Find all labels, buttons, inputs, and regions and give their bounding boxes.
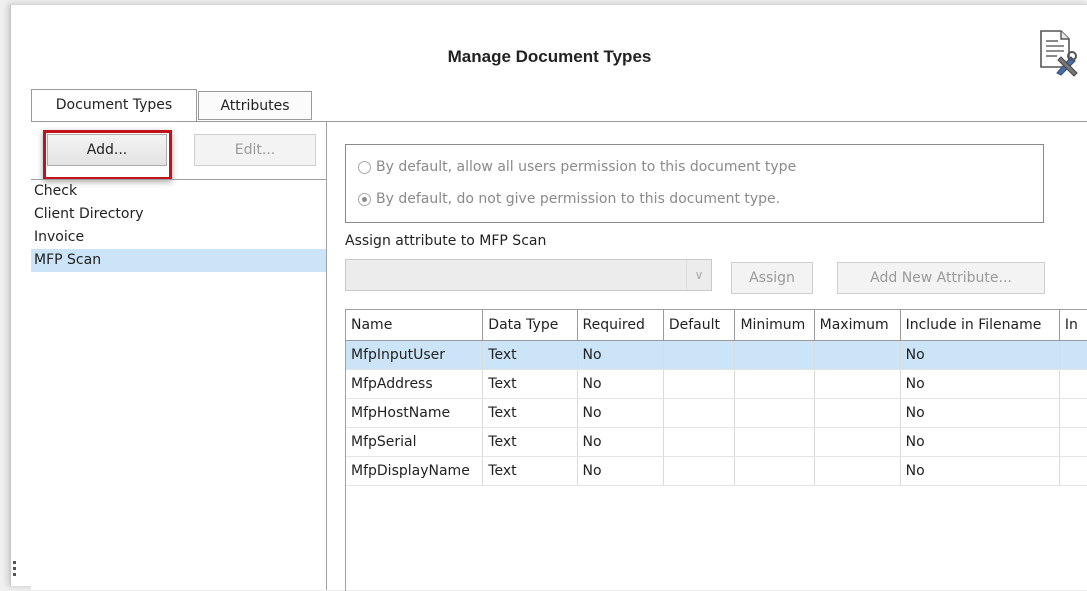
cell (734, 427, 815, 457)
cell: No (900, 456, 1060, 486)
deny-radio[interactable] (358, 192, 371, 206)
cell: No (577, 398, 664, 428)
cell: Text (482, 398, 578, 428)
column-header-name[interactable]: Name (346, 310, 484, 341)
cell: No (577, 456, 664, 486)
table-row[interactable]: MfpAddress Text No No (346, 369, 1087, 399)
allow-all-label: By default, allow all users permission t… (376, 159, 797, 175)
column-header-data-type[interactable]: Data Type (482, 310, 578, 341)
cell: Text (482, 340, 578, 370)
cell (663, 456, 736, 486)
column-header-include-in-filename[interactable]: Include in Filename (900, 310, 1060, 341)
cell: No (577, 427, 664, 457)
cell: MfpSerial (346, 427, 484, 457)
cell: MfpAddress (346, 369, 484, 399)
add-button-highlight (43, 130, 172, 180)
document-types-list[interactable]: Check Client Directory Invoice MFP Scan (31, 179, 326, 591)
add-new-attribute-button[interactable]: Add New Attribute... (837, 262, 1045, 294)
edit-button[interactable]: Edit... (194, 134, 316, 166)
allow-all-option[interactable]: By default, allow all users permission t… (358, 157, 796, 177)
list-item[interactable]: Client Directory (31, 203, 326, 226)
cell (1059, 398, 1087, 428)
cell (734, 369, 815, 399)
document-types-pane: Add... Edit... Check Client Directory In… (31, 122, 327, 590)
attribute-select[interactable]: ∨ (345, 259, 712, 291)
permission-group: By default, allow all users permission t… (345, 144, 1044, 223)
cell: MfpHostName (346, 398, 484, 428)
table-row[interactable]: MfpSerial Text No No (346, 427, 1087, 457)
chevron-down-icon[interactable]: ∨ (686, 260, 711, 290)
list-item[interactable]: MFP Scan (31, 249, 326, 272)
cell: MfpDisplayName (346, 456, 484, 486)
deny-option[interactable]: By default, do not give permission to th… (358, 189, 780, 209)
cell: No (577, 369, 664, 399)
cell: No (900, 369, 1060, 399)
cell (663, 340, 736, 370)
cell (814, 340, 901, 370)
cell: Text (482, 369, 578, 399)
cell (814, 398, 901, 428)
deny-label: By default, do not give permission to th… (376, 191, 781, 207)
table-row[interactable]: MfpInputUser Text No No (346, 340, 1087, 370)
column-header-maximum[interactable]: Maximum (814, 310, 901, 341)
document-type-details: By default, allow all users permission t… (327, 122, 1087, 591)
column-header-truncated[interactable]: In (1059, 310, 1087, 341)
cell: MfpInputUser (346, 340, 484, 370)
column-header-required[interactable]: Required (577, 310, 664, 341)
cell (1059, 456, 1087, 486)
assign-button[interactable]: Assign (731, 262, 813, 294)
cell (814, 456, 901, 486)
cell: Text (482, 456, 578, 486)
allow-all-radio[interactable] (358, 160, 371, 174)
cell: No (900, 340, 1060, 370)
tab-document-types[interactable]: Document Types (31, 89, 197, 122)
table-row[interactable]: MfpHostName Text No No (346, 398, 1087, 428)
cell (1059, 340, 1087, 370)
cell: No (900, 398, 1060, 428)
assign-attribute-label: Assign attribute to MFP Scan (345, 233, 547, 249)
attributes-grid[interactable]: Name Data Type Required Default Minimum … (345, 309, 1087, 591)
cell (1059, 369, 1087, 399)
cell (663, 427, 736, 457)
cell (663, 398, 736, 428)
column-header-default[interactable]: Default (663, 310, 736, 341)
cell: No (900, 427, 1060, 457)
tab-attributes[interactable]: Attributes (198, 91, 312, 120)
cell (1059, 427, 1087, 457)
dialog-title: Manage Document Types (447, 47, 652, 66)
resize-grip-icon[interactable] (13, 561, 17, 581)
cell (734, 398, 815, 428)
table-row[interactable]: MfpDisplayName Text No No (346, 456, 1087, 486)
cell (734, 456, 815, 486)
column-header-minimum[interactable]: Minimum (734, 310, 815, 341)
cell: Text (482, 427, 578, 457)
cell (814, 369, 901, 399)
cell (814, 427, 901, 457)
grid-header-row: Name Data Type Required Default Minimum … (346, 310, 1087, 341)
cell (663, 369, 736, 399)
list-item[interactable]: Invoice (31, 226, 326, 249)
list-item[interactable]: Check (31, 180, 326, 203)
cell: No (577, 340, 664, 370)
document-settings-icon (1040, 30, 1078, 77)
cell (734, 340, 815, 370)
manage-document-types-dialog: Manage Document Types Document Types Att… (10, 4, 1087, 591)
